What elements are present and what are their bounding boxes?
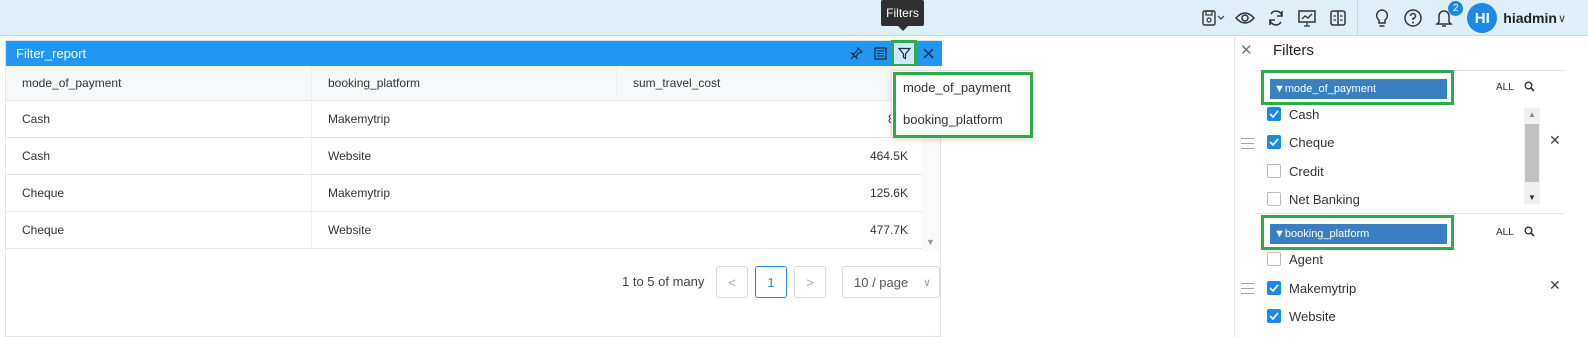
table-cell: 125.6K: [869, 186, 908, 200]
presentation-icon[interactable]: [1294, 5, 1320, 31]
search-icon[interactable]: [1524, 81, 1535, 95]
next-page-button[interactable]: >: [794, 266, 826, 298]
remove-filter-icon[interactable]: ✕: [1549, 132, 1561, 149]
checkbox-unchecked[interactable]: [1267, 252, 1281, 266]
option-label: Cash: [1289, 106, 1320, 122]
filter-option[interactable]: Agent: [1267, 249, 1323, 269]
option-label: Makemytrip: [1289, 280, 1357, 296]
layout-toggle-icon[interactable]: [1325, 5, 1351, 31]
checkbox-checked[interactable]: [1267, 107, 1281, 121]
avatar[interactable]: HI: [1467, 3, 1498, 33]
notification-badge: 2: [1448, 1, 1464, 16]
save-icon[interactable]: [1201, 5, 1227, 31]
filters-panel: ✕ Filters ▼mode_of_payment ALL Cash Cheq…: [1234, 37, 1588, 337]
filter-section-name: booking_platform: [1284, 228, 1370, 240]
options-scrollbar[interactable]: ▲ ▼: [1524, 108, 1540, 204]
column-header[interactable]: mode_of_payment: [6, 66, 311, 100]
table-row[interactable]: Cheque Makemytrip 125.6K: [6, 175, 922, 212]
table-cell: 874: [616, 112, 922, 126]
username-menu[interactable]: hiadmin: [1503, 10, 1557, 26]
checkbox-unchecked[interactable]: [1267, 192, 1281, 206]
filter-option[interactable]: Website: [1267, 306, 1336, 326]
chevron-down-icon: ∨: [922, 276, 931, 289]
notifications-bell-icon[interactable]: 2: [1431, 1, 1464, 31]
table-cell: Makemytrip: [311, 101, 616, 137]
filter-option[interactable]: Credit: [1267, 161, 1324, 181]
close-icon[interactable]: ✕: [1240, 41, 1253, 59]
table-row[interactable]: Cash Makemytrip 874: [6, 101, 922, 138]
preview-eye-icon[interactable]: [1232, 5, 1258, 31]
table-cell: Cheque: [22, 186, 65, 200]
table-cell: Website: [311, 212, 616, 248]
remove-filter-icon[interactable]: ✕: [1549, 277, 1561, 294]
table-cell: Makemytrip: [311, 175, 616, 211]
table-header-row: mode_of_payment booking_platform sum_tra…: [6, 66, 922, 101]
scroll-down-icon[interactable]: ▼: [926, 237, 935, 247]
help-icon[interactable]: [1400, 5, 1426, 31]
page-size-value: 10 / page: [854, 274, 909, 290]
caret-down-icon: ▼: [1274, 228, 1285, 240]
table-cell: 464.5K: [869, 149, 908, 163]
table-cell: Cash: [22, 149, 51, 163]
option-label: Cheque: [1289, 134, 1335, 150]
table-row[interactable]: Cheque Website 477.7K: [6, 212, 922, 249]
close-icon[interactable]: [916, 41, 940, 66]
checkbox-unchecked[interactable]: [1267, 164, 1281, 178]
caret-down-icon: ▼: [1274, 83, 1285, 95]
lightbulb-icon[interactable]: [1369, 5, 1395, 31]
filter-option[interactable]: Net Banking: [1267, 189, 1360, 209]
pin-icon[interactable]: [844, 41, 868, 66]
scroll-up-icon[interactable]: ▲: [1528, 110, 1536, 119]
top-toolbar: 2 HI hiadmin ∨: [0, 0, 1588, 36]
checkbox-checked[interactable]: [1267, 135, 1281, 149]
page-size-select[interactable]: 10 / page ∨: [842, 266, 940, 298]
widget-header-icons: [844, 40, 940, 67]
data-table: mode_of_payment booking_platform sum_tra…: [6, 66, 922, 249]
filter-section-name: mode_of_payment: [1284, 83, 1377, 95]
checkbox-checked[interactable]: [1267, 309, 1281, 323]
option-label: Agent: [1289, 251, 1323, 267]
filter-section-header[interactable]: ▼mode_of_payment: [1270, 79, 1447, 99]
option-label: Net Banking: [1289, 191, 1360, 207]
search-icon[interactable]: [1524, 226, 1535, 240]
section-divider: [1255, 213, 1565, 214]
toolbar-divider: [1357, 0, 1359, 36]
refresh-icon[interactable]: [1263, 5, 1289, 31]
report-widget: Filter_report mode_of_payment booking_pl…: [5, 40, 942, 337]
menu-item-mode-of-payment[interactable]: mode_of_payment: [903, 80, 1011, 95]
filter-option[interactable]: Cheque: [1267, 132, 1335, 152]
table-cell: Cheque: [22, 223, 65, 237]
scroll-down-icon[interactable]: ▼: [1528, 193, 1536, 202]
table-row[interactable]: Cash Website 464.5K: [6, 138, 922, 175]
toolbar-icons: 2 HI hiadmin ∨: [1196, 0, 1566, 36]
chevron-down-icon[interactable]: ∨: [1558, 12, 1566, 25]
prev-page-button[interactable]: <: [716, 266, 748, 298]
filter-funnel-icon[interactable]: [891, 40, 917, 67]
checkbox-checked[interactable]: [1267, 281, 1281, 295]
option-label: Website: [1289, 308, 1336, 324]
filter-option[interactable]: Cash: [1267, 104, 1319, 124]
menu-item-booking-platform[interactable]: booking_platform: [903, 112, 1003, 127]
column-header[interactable]: sum_travel_cost: [616, 66, 922, 100]
filter-option[interactable]: Makemytrip: [1267, 278, 1356, 298]
export-icon[interactable]: [868, 41, 892, 66]
filter-section-header[interactable]: ▼booking_platform: [1270, 224, 1447, 244]
drag-handle-icon[interactable]: — — —: [1241, 276, 1254, 299]
scrollbar-thumb[interactable]: [1525, 124, 1539, 182]
column-header[interactable]: booking_platform: [311, 66, 616, 100]
option-label: Credit: [1289, 163, 1324, 179]
page-number-button[interactable]: 1: [755, 266, 787, 298]
pagination: 1 to 5 of many < 1 > 10 / page ∨: [6, 266, 942, 298]
table-cell: Cash: [22, 112, 51, 126]
panel-title: Filters: [1273, 42, 1314, 59]
table-cell: Website: [311, 138, 616, 174]
select-all-link[interactable]: ALL: [1496, 82, 1514, 93]
pagination-summary: 1 to 5 of many: [622, 274, 705, 289]
table-cell: 477.7K: [869, 223, 908, 237]
widget-title: Filter_report: [6, 41, 942, 66]
filter-dropdown-menu: mode_of_payment booking_platform: [891, 70, 1033, 138]
filters-tooltip: Filters: [881, 0, 924, 31]
drag-handle-icon[interactable]: — — —: [1241, 131, 1254, 154]
select-all-link[interactable]: ALL: [1496, 227, 1514, 238]
